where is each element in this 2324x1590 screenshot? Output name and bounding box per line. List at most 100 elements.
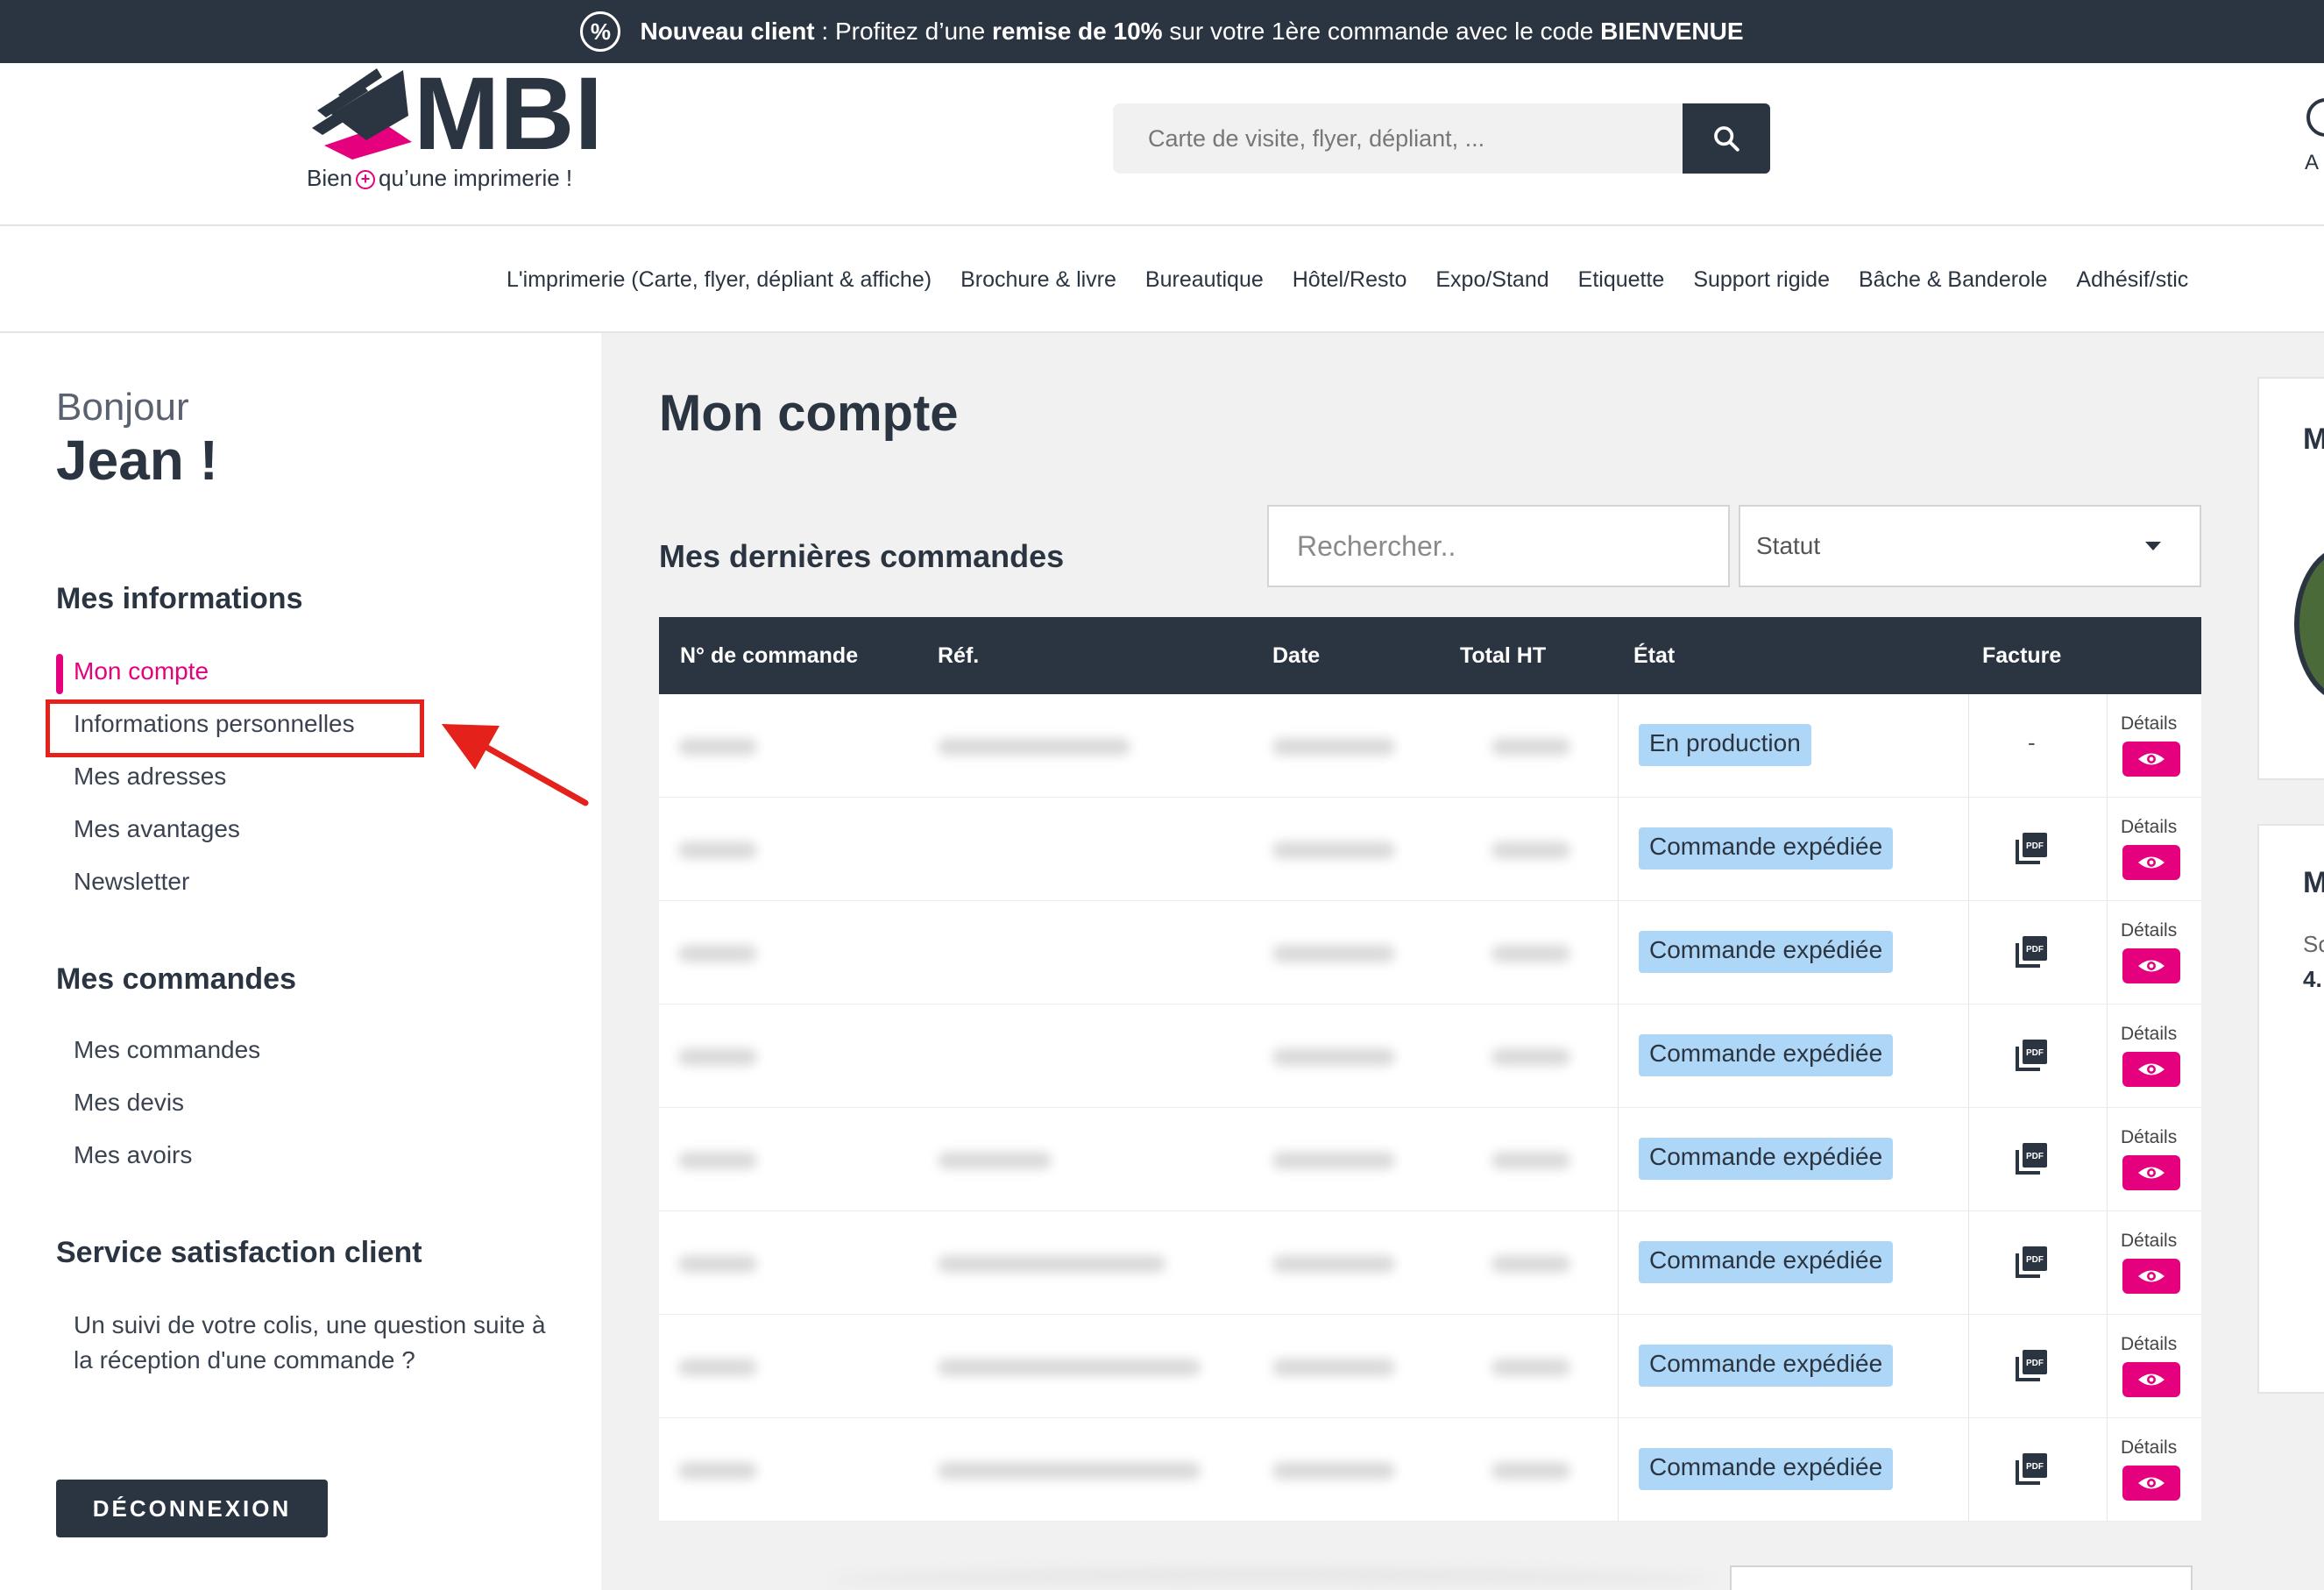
pdf-icon[interactable]: PDF — [2014, 831, 2049, 866]
table-row[interactable]: Commande expédiée PDF Détails — [659, 1004, 2201, 1108]
annotation-highlight-box — [46, 699, 424, 757]
table-row[interactable]: Commande expédiée PDF Détails — [659, 798, 2201, 901]
nav-item-adhesif[interactable]: Adhésif/stic — [2076, 267, 2188, 293]
svg-text:PDF: PDF — [2026, 1048, 2044, 1058]
column-separator — [2107, 1211, 2108, 1314]
search-icon — [1714, 126, 1739, 152]
svg-text:PDF: PDF — [2026, 841, 2044, 851]
details-label: Détails — [2121, 1024, 2178, 1044]
sidebar-item-commandes[interactable]: Mes commandes — [74, 1036, 260, 1064]
redacted-cell — [1491, 738, 1570, 756]
site-search-input[interactable] — [1113, 103, 1683, 174]
column-separator — [1968, 1108, 1969, 1210]
account-icon[interactable] — [2306, 98, 2324, 137]
column-separator — [1618, 1315, 1619, 1417]
svg-text:PDF: PDF — [2026, 945, 2044, 955]
table-row[interactable]: Commande expédiée PDF Détails — [659, 1418, 2201, 1522]
sidebar-item-adresses[interactable]: Mes adresses — [74, 763, 226, 791]
search-button[interactable] — [1683, 103, 1770, 174]
pdf-icon[interactable]: PDF — [2014, 1038, 2049, 1073]
sidebar-item-newsletter[interactable]: Newsletter — [74, 868, 189, 896]
redacted-cell — [1491, 945, 1570, 962]
table-row[interactable]: Commande expédiée PDF Détails — [659, 901, 2201, 1004]
main-nav: L'imprimerie (Carte, flyer, dépliant & a… — [0, 226, 2324, 333]
details-button[interactable] — [2122, 1155, 2180, 1190]
orders-table-body: En production - Détails Commande expédiée PD… — [659, 694, 2201, 1522]
details-button[interactable] — [2122, 1362, 2180, 1397]
col-order-number: N° de commande — [680, 643, 859, 668]
page-title: Mon compte — [659, 385, 959, 442]
site-header: MBI Bien+qu’une imprimerie ! A — [0, 63, 2324, 226]
column-separator — [2107, 901, 2108, 1004]
nav-item-brochure[interactable]: Brochure & livre — [960, 267, 1116, 293]
avatar — [2294, 545, 2324, 703]
table-row[interactable]: Commande expédiée PDF Détails — [659, 1108, 2201, 1211]
column-separator — [1968, 1418, 1969, 1521]
sidebar-item-devis[interactable]: Mes devis — [74, 1089, 184, 1117]
right-card-profile: M — [2257, 377, 2324, 780]
bottom-card — [1730, 1565, 2193, 1590]
orders-table-header: N° de commande Réf. Date Total HT État F… — [659, 617, 2201, 694]
table-row[interactable]: Commande expédiée PDF Détails — [659, 1315, 2201, 1418]
column-separator — [2107, 1418, 2108, 1521]
nav-item-imprimerie[interactable]: L'imprimerie (Carte, flyer, dépliant & a… — [507, 267, 932, 293]
nav-item-expo-stand[interactable]: Expo/Stand — [1435, 267, 1548, 293]
eye-icon — [2138, 753, 2165, 765]
logout-button[interactable]: DÉCONNEXION — [56, 1480, 328, 1537]
status-badge: Commande expédiée — [1639, 827, 1894, 870]
column-separator — [1618, 798, 1619, 900]
sidebar-item-avoirs[interactable]: Mes avoirs — [74, 1141, 192, 1169]
pdf-icon[interactable]: PDF — [2014, 934, 2049, 969]
nav-item-support-rigide[interactable]: Support rigide — [1693, 267, 1830, 293]
mbi-logo[interactable]: MBI Bien + qu’une imprimerie ! — [307, 65, 596, 196]
nav-item-bache[interactable]: Bâche & Banderole — [1859, 267, 2047, 293]
table-row[interactable]: Commande expédiée PDF Détails — [659, 1211, 2201, 1315]
status-select[interactable]: Statut — [1739, 505, 2201, 587]
pdf-icon[interactable]: PDF — [2014, 1348, 2049, 1383]
redacted-cell — [678, 738, 757, 756]
status-select-value: Statut — [1756, 532, 1821, 559]
redacted-cell — [1272, 945, 1395, 962]
status-badge: Commande expédiée — [1639, 1241, 1894, 1283]
column-separator — [1968, 901, 1969, 1004]
column-separator — [1968, 1004, 1969, 1107]
sidebar-item-avantages[interactable]: Mes avantages — [74, 815, 240, 843]
eye-icon — [2138, 1063, 2165, 1075]
details-button[interactable] — [2122, 948, 2180, 983]
details-button[interactable] — [2122, 1259, 2180, 1294]
mbi-logo-mark: MBI — [312, 65, 596, 161]
column-separator — [1618, 694, 1619, 797]
column-separator — [1968, 1315, 1969, 1417]
details-button[interactable] — [2122, 1052, 2180, 1087]
status-badge: Commande expédiée — [1639, 1345, 1894, 1387]
orders-search-input[interactable] — [1267, 505, 1730, 587]
status-badge: Commande expédiée — [1639, 1138, 1894, 1180]
col-total: Total HT — [1460, 643, 1547, 668]
col-ref: Réf. — [938, 643, 980, 668]
redacted-cell — [1272, 1359, 1395, 1376]
account-label[interactable]: A — [2305, 151, 2319, 175]
table-row[interactable]: En production - Détails — [659, 694, 2201, 798]
details-button[interactable] — [2122, 845, 2180, 880]
col-state: État — [1633, 643, 1676, 668]
redacted-cell — [1491, 1462, 1570, 1480]
details-button[interactable] — [2122, 1466, 2180, 1501]
sidebar-item-mon-compte[interactable]: Mon compte — [74, 657, 209, 685]
active-indicator — [56, 654, 63, 694]
column-separator — [1968, 1211, 1969, 1314]
redacted-cell — [938, 1462, 1201, 1480]
details-button[interactable] — [2122, 742, 2180, 777]
nav-item-hotel-resto[interactable]: Hôtel/Resto — [1293, 267, 1407, 293]
nav-item-bureautique[interactable]: Bureautique — [1145, 267, 1264, 293]
status-badge: En production — [1639, 724, 1811, 766]
redacted-cell — [1272, 1048, 1395, 1066]
column-separator — [2107, 1108, 2108, 1210]
pdf-icon[interactable]: PDF — [2014, 1245, 2049, 1280]
nav-item-etiquette[interactable]: Etiquette — [1578, 267, 1665, 293]
svg-text:PDF: PDF — [2026, 1152, 2044, 1161]
pdf-icon[interactable]: PDF — [2014, 1141, 2049, 1176]
col-invoice: Facture — [1982, 643, 2062, 668]
promo-text: Nouveau client : Profitez d’une remise d… — [640, 18, 1744, 45]
status-badge: Commande expédiée — [1639, 1448, 1894, 1490]
pdf-icon[interactable]: PDF — [2014, 1452, 2049, 1487]
